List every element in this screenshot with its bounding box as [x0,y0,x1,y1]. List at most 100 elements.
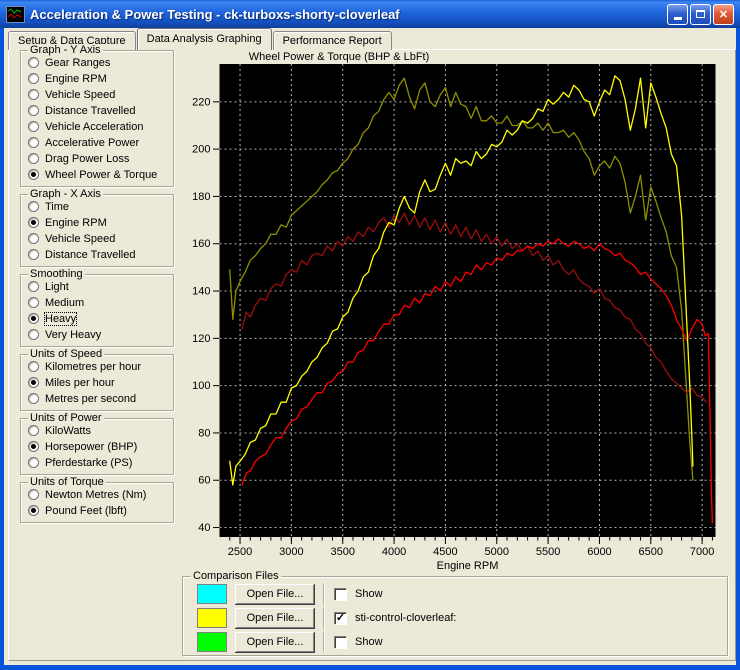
radio-drag-power-loss[interactable]: Drag Power Loss [28,151,168,166]
minimize-button[interactable] [667,4,688,25]
y-tick-label: 100 [192,380,210,392]
radio-newton-metres-nm[interactable]: Newton Metres (Nm) [28,487,168,502]
x-tick-label: 5500 [536,546,560,558]
x-tick-label: 3500 [330,546,354,558]
radio-dot [31,220,36,225]
radio-circle [28,281,39,292]
radio-circle [28,313,39,324]
radio-vehicle-acceleration[interactable]: Vehicle Acceleration [28,119,168,134]
checkbox-label: Show [355,588,383,600]
radio-distance-travelled[interactable]: Distance Travelled [28,247,168,262]
chart-title: Wheel Power & Torque (BHP & LbFt) [249,51,430,63]
group-title-graph-x-axis: Graph - X Axis [28,188,103,200]
tab-performance-report[interactable]: Performance Report [273,31,392,50]
radio-time[interactable]: Time [28,199,168,214]
radio-circle [28,425,39,436]
title-bar: Acceleration & Power Testing - ck-turbox… [0,0,740,28]
radio-label: Drag Power Loss [45,153,129,165]
radio-label: Vehicle Acceleration [45,121,143,133]
open-file-button[interactable]: Open File... [235,584,315,605]
radio-label: Heavy [45,313,76,325]
radio-label: Vehicle Speed [45,89,115,101]
radio-label: Light [45,281,69,293]
radio-circle [28,489,39,500]
radio-pound-feet-lbft[interactable]: Pound Feet (lbft) [28,503,168,518]
group-units-of-speed: Units of SpeedKilometres per hourMiles p… [20,354,174,411]
x-tick-label: 5000 [485,546,509,558]
radio-label: KiloWatts [45,425,91,437]
radio-horsepower-bhp[interactable]: Horsepower (BHP) [28,439,168,454]
radio-dot [31,172,36,177]
group-title-graph-y-axis: Graph - Y Axis [28,44,103,56]
radio-accelerative-power[interactable]: Accelerative Power [28,135,168,150]
radio-circle [28,233,39,244]
y-tick-label: 220 [192,96,210,108]
comparison-row-1: Open File... Show [197,583,719,605]
comparison-row-3: Open File... Show [197,631,719,653]
radio-label: Engine RPM [45,73,107,85]
show-checkbox[interactable] [334,636,347,649]
radio-miles-per-hour[interactable]: Miles per hour [28,375,168,390]
radio-heavy[interactable]: Heavy [28,311,168,326]
x-tick-label: 2500 [228,546,252,558]
radio-vehicle-speed[interactable]: Vehicle Speed [28,87,168,102]
radio-label: Distance Travelled [45,249,136,261]
comparison-files-group: Comparison Files Open File...ShowOpen Fi… [182,576,728,656]
chart-area: Wheel Power & Torque (BHP & LbFt)4060801… [184,50,732,574]
x-tick-label: 4000 [382,546,406,558]
radio-circle [28,57,39,68]
radio-distance-travelled[interactable]: Distance Travelled [28,103,168,118]
color-swatch [197,584,227,604]
show-checkbox[interactable]: ✓ [334,612,347,625]
radio-pferdestarke-ps[interactable]: Pferdestarke (PS) [28,455,168,470]
radio-kilometres-per-hour[interactable]: Kilometres per hour [28,359,168,374]
radio-label: Metres per second [45,393,136,405]
color-swatch [197,608,227,628]
radio-wheel-power-torque[interactable]: Wheel Power & Torque [28,167,168,182]
radio-kilowatts[interactable]: KiloWatts [28,423,168,438]
x-tick-label: 6500 [639,546,663,558]
radio-engine-rpm[interactable]: Engine RPM [28,71,168,86]
open-file-button[interactable]: Open File... [235,632,315,653]
radio-medium[interactable]: Medium [28,295,168,310]
radio-circle [28,393,39,404]
checkbox-label: sti-control-cloverleaf: [355,612,456,624]
radio-dot [31,508,36,513]
open-file-button[interactable]: Open File... [235,608,315,629]
close-button[interactable]: ✕ [713,4,734,25]
radio-label: Vehicle Speed [45,233,115,245]
radio-vehicle-speed[interactable]: Vehicle Speed [28,231,168,246]
radio-label: Distance Travelled [45,105,136,117]
y-tick-label: 40 [198,522,210,534]
comparison-row-2: Open File... ✓ sti-control-cloverleaf: [197,607,719,629]
app-icon [6,6,25,23]
group-graph-y-axis: Graph - Y AxisGear RangesEngine RPMVehic… [20,50,174,187]
radio-metres-per-second[interactable]: Metres per second [28,391,168,406]
tab-data-analysis-graphing[interactable]: Data Analysis Graphing [137,28,272,50]
y-tick-label: 140 [192,286,210,298]
checkbox-label: Show [355,636,383,648]
radio-circle [28,217,39,228]
radio-circle [28,441,39,452]
x-tick-label: 7000 [690,546,714,558]
radio-engine-rpm[interactable]: Engine RPM [28,215,168,230]
show-checkbox[interactable] [334,588,347,601]
chart-canvas: Wheel Power & Torque (BHP & LbFt)4060801… [184,50,732,574]
radio-very-heavy[interactable]: Very Heavy [28,327,168,342]
color-swatch [197,632,227,652]
x-tick-label: 6000 [587,546,611,558]
group-units-of-torque: Units of TorqueNewton Metres (Nm)Pound F… [20,482,174,523]
divider [323,631,324,653]
radio-light[interactable]: Light [28,279,168,294]
radio-label: Newton Metres (Nm) [45,489,146,501]
radio-circle [28,121,39,132]
group-graph-x-axis: Graph - X AxisTimeEngine RPMVehicle Spee… [20,194,174,267]
group-title-smoothing: Smoothing [28,268,85,280]
radio-label: Pferdestarke (PS) [45,457,132,469]
radio-circle [28,377,39,388]
radio-gear-ranges[interactable]: Gear Ranges [28,55,168,70]
window-title: Acceleration & Power Testing - ck-turbox… [30,7,667,22]
radio-circle [28,105,39,116]
radio-dot [31,444,36,449]
maximize-button[interactable] [690,4,711,25]
